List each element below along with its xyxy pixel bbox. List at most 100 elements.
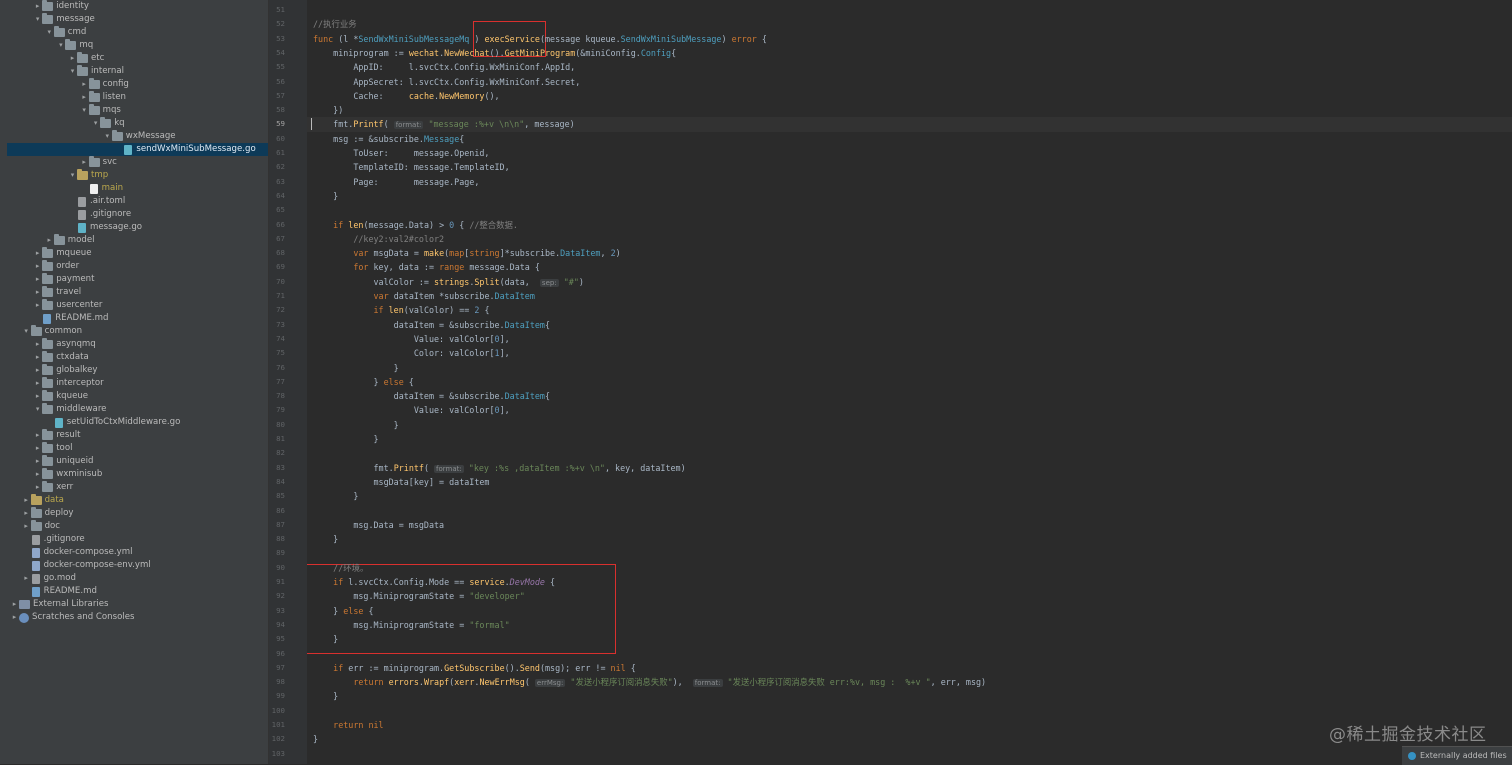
tree-item[interactable]: docker-compose-env.yml (7, 559, 268, 572)
tree-item[interactable]: ▾ tmp (7, 169, 268, 182)
tree-item[interactable]: ▸ svc (7, 156, 268, 169)
chevron-down-icon[interactable]: ▾ (68, 169, 77, 182)
chevron-down-icon[interactable]: ▾ (45, 26, 54, 39)
code-line[interactable]: } else { (313, 604, 373, 618)
code-line[interactable]: func (l *SendWxMiniSubMessageMq ) execSe… (313, 32, 767, 46)
chevron-right-icon[interactable]: ▸ (10, 598, 19, 611)
chevron-right-icon[interactable]: ▸ (68, 52, 77, 65)
tree-item[interactable]: .gitignore (7, 533, 268, 546)
tree-item[interactable]: docker-compose.yml (7, 546, 268, 559)
tree-item[interactable]: README.md (7, 312, 268, 325)
chevron-right-icon[interactable]: ▸ (80, 156, 89, 169)
chevron-down-icon[interactable]: ▾ (80, 104, 89, 117)
tree-item[interactable]: ▸ interceptor (7, 377, 268, 390)
code-line[interactable]: ToUser: message.Openid, (313, 146, 489, 160)
chevron-right-icon[interactable]: ▸ (33, 351, 42, 364)
tree-item[interactable]: ▸ tool (7, 442, 268, 455)
chevron-down-icon[interactable]: ▾ (103, 130, 112, 143)
code-line[interactable]: fmt.Printf( format: "message :%+v \n\n",… (313, 117, 575, 131)
code-line[interactable]: Color: valColor[1], (313, 346, 510, 360)
tree-item[interactable]: ▸ result (7, 429, 268, 442)
code-line[interactable]: fmt.Printf( format: "key :%s ,dataItem :… (313, 461, 686, 475)
tree-item[interactable]: ▸ uniqueid (7, 455, 268, 468)
chevron-right-icon[interactable]: ▸ (33, 455, 42, 468)
code-line[interactable]: Cache: cache.NewMemory(), (313, 89, 499, 103)
chevron-right-icon[interactable]: ▸ (22, 520, 31, 533)
code-line[interactable]: miniprogram := wechat.NewWechat().GetMin… (313, 46, 676, 60)
tree-item[interactable]: ▸ order (7, 260, 268, 273)
chevron-down-icon[interactable]: ▾ (22, 325, 31, 338)
chevron-right-icon[interactable]: ▸ (33, 377, 42, 390)
tree-item[interactable]: ▸ doc (7, 520, 268, 533)
tree-item[interactable]: ▾ mqs (7, 104, 268, 117)
code-line[interactable]: var dataItem *subscribe.DataItem (313, 289, 535, 303)
chevron-down-icon[interactable]: ▾ (33, 403, 42, 416)
chevron-right-icon[interactable]: ▸ (33, 468, 42, 481)
tree-item[interactable]: .air.toml (7, 195, 268, 208)
tree-item[interactable]: ▸ globalkey (7, 364, 268, 377)
chevron-right-icon[interactable]: ▸ (80, 78, 89, 91)
code-line[interactable]: } (313, 361, 399, 375)
code-line[interactable]: if err := miniprogram.GetSubscribe().Sen… (313, 661, 636, 675)
code-line[interactable]: } (313, 689, 338, 703)
chevron-right-icon[interactable]: ▸ (33, 273, 42, 286)
chevron-down-icon[interactable]: ▾ (33, 13, 42, 26)
code-line[interactable]: } (313, 418, 399, 432)
tree-item[interactable]: README.md (7, 585, 268, 598)
tree-item[interactable]: ▸ External Libraries (7, 598, 268, 611)
tree-item[interactable]: ▸ data (7, 494, 268, 507)
tree-item[interactable]: ▾ wxMessage (7, 130, 268, 143)
code-line[interactable]: dataItem = &subscribe.DataItem{ (313, 389, 550, 403)
code-line[interactable]: //key2:val2#color2 (313, 232, 444, 246)
chevron-right-icon[interactable]: ▸ (45, 234, 54, 247)
code-line[interactable]: if len(valColor) == 2 { (313, 303, 490, 317)
tree-item[interactable]: ▾ internal (7, 65, 268, 78)
tree-item[interactable]: ▸ go.mod (7, 572, 268, 585)
code-line[interactable]: dataItem = &subscribe.DataItem{ (313, 318, 550, 332)
chevron-right-icon[interactable]: ▸ (33, 481, 42, 494)
chevron-right-icon[interactable]: ▸ (33, 0, 42, 13)
tree-item[interactable]: ▾ middleware (7, 403, 268, 416)
tree-item[interactable]: ▾ mq (7, 39, 268, 52)
chevron-down-icon[interactable]: ▾ (68, 65, 77, 78)
tree-item[interactable]: ▸ asynqmq (7, 338, 268, 351)
chevron-right-icon[interactable]: ▸ (10, 611, 19, 624)
code-line[interactable]: AppSecret: l.svcCtx.Config.WxMiniConf.Se… (313, 75, 580, 89)
tree-item[interactable]: ▸ kqueue (7, 390, 268, 403)
code-line[interactable]: } (313, 632, 338, 646)
code-line[interactable]: return errors.Wrapf(xerr.NewErrMsg( errM… (313, 675, 986, 689)
code-line[interactable]: //执行业务 (313, 17, 357, 31)
tree-item[interactable]: sendWxMiniSubMessage.go (7, 143, 268, 156)
chevron-right-icon[interactable]: ▸ (33, 247, 42, 260)
chevron-right-icon[interactable]: ▸ (33, 442, 42, 455)
tree-item[interactable]: ▸ usercenter (7, 299, 268, 312)
code-line[interactable]: TemplateID: message.TemplateID, (313, 160, 509, 174)
tree-item[interactable]: ▾ cmd (7, 26, 268, 39)
tree-item[interactable]: ▸ etc (7, 52, 268, 65)
code-line[interactable]: msgData[key] = dataItem (313, 475, 490, 489)
chevron-right-icon[interactable]: ▸ (80, 91, 89, 104)
code-line[interactable]: Page: message.Page, (313, 175, 479, 189)
tree-item[interactable]: message.go (7, 221, 268, 234)
code-line[interactable]: Value: valColor[0], (313, 403, 510, 417)
chevron-down-icon[interactable]: ▾ (91, 117, 100, 130)
chevron-right-icon[interactable]: ▸ (33, 364, 42, 377)
chevron-right-icon[interactable]: ▸ (33, 390, 42, 403)
tree-item[interactable]: setUidToCtxMiddleware.go (7, 416, 268, 429)
code-line[interactable]: msg.MiniprogramState = "developer" (313, 589, 524, 603)
code-line[interactable]: } (313, 732, 318, 746)
code-line[interactable]: msg := &subscribe.Message{ (313, 132, 464, 146)
tree-item[interactable]: ▸ model (7, 234, 268, 247)
code-line[interactable]: } (313, 489, 358, 503)
code-line[interactable]: msg.MiniprogramState = "formal" (313, 618, 509, 632)
code-line[interactable]: } (313, 432, 379, 446)
code-editor[interactable]: //执行业务 func (l *SendWxMiniSubMessageMq ) … (307, 0, 1512, 764)
code-line[interactable]: return nil (313, 718, 383, 732)
code-line[interactable]: if l.svcCtx.Config.Mode == service.DevMo… (313, 575, 555, 589)
tree-item[interactable]: ▾ message (7, 13, 268, 26)
code-line[interactable]: //环境。 (313, 561, 368, 575)
chevron-right-icon[interactable]: ▸ (33, 260, 42, 273)
code-line[interactable]: } (313, 189, 338, 203)
tree-item[interactable]: .gitignore (7, 208, 268, 221)
code-line[interactable]: valColor := strings.Split(data, sep: "#"… (313, 275, 584, 289)
